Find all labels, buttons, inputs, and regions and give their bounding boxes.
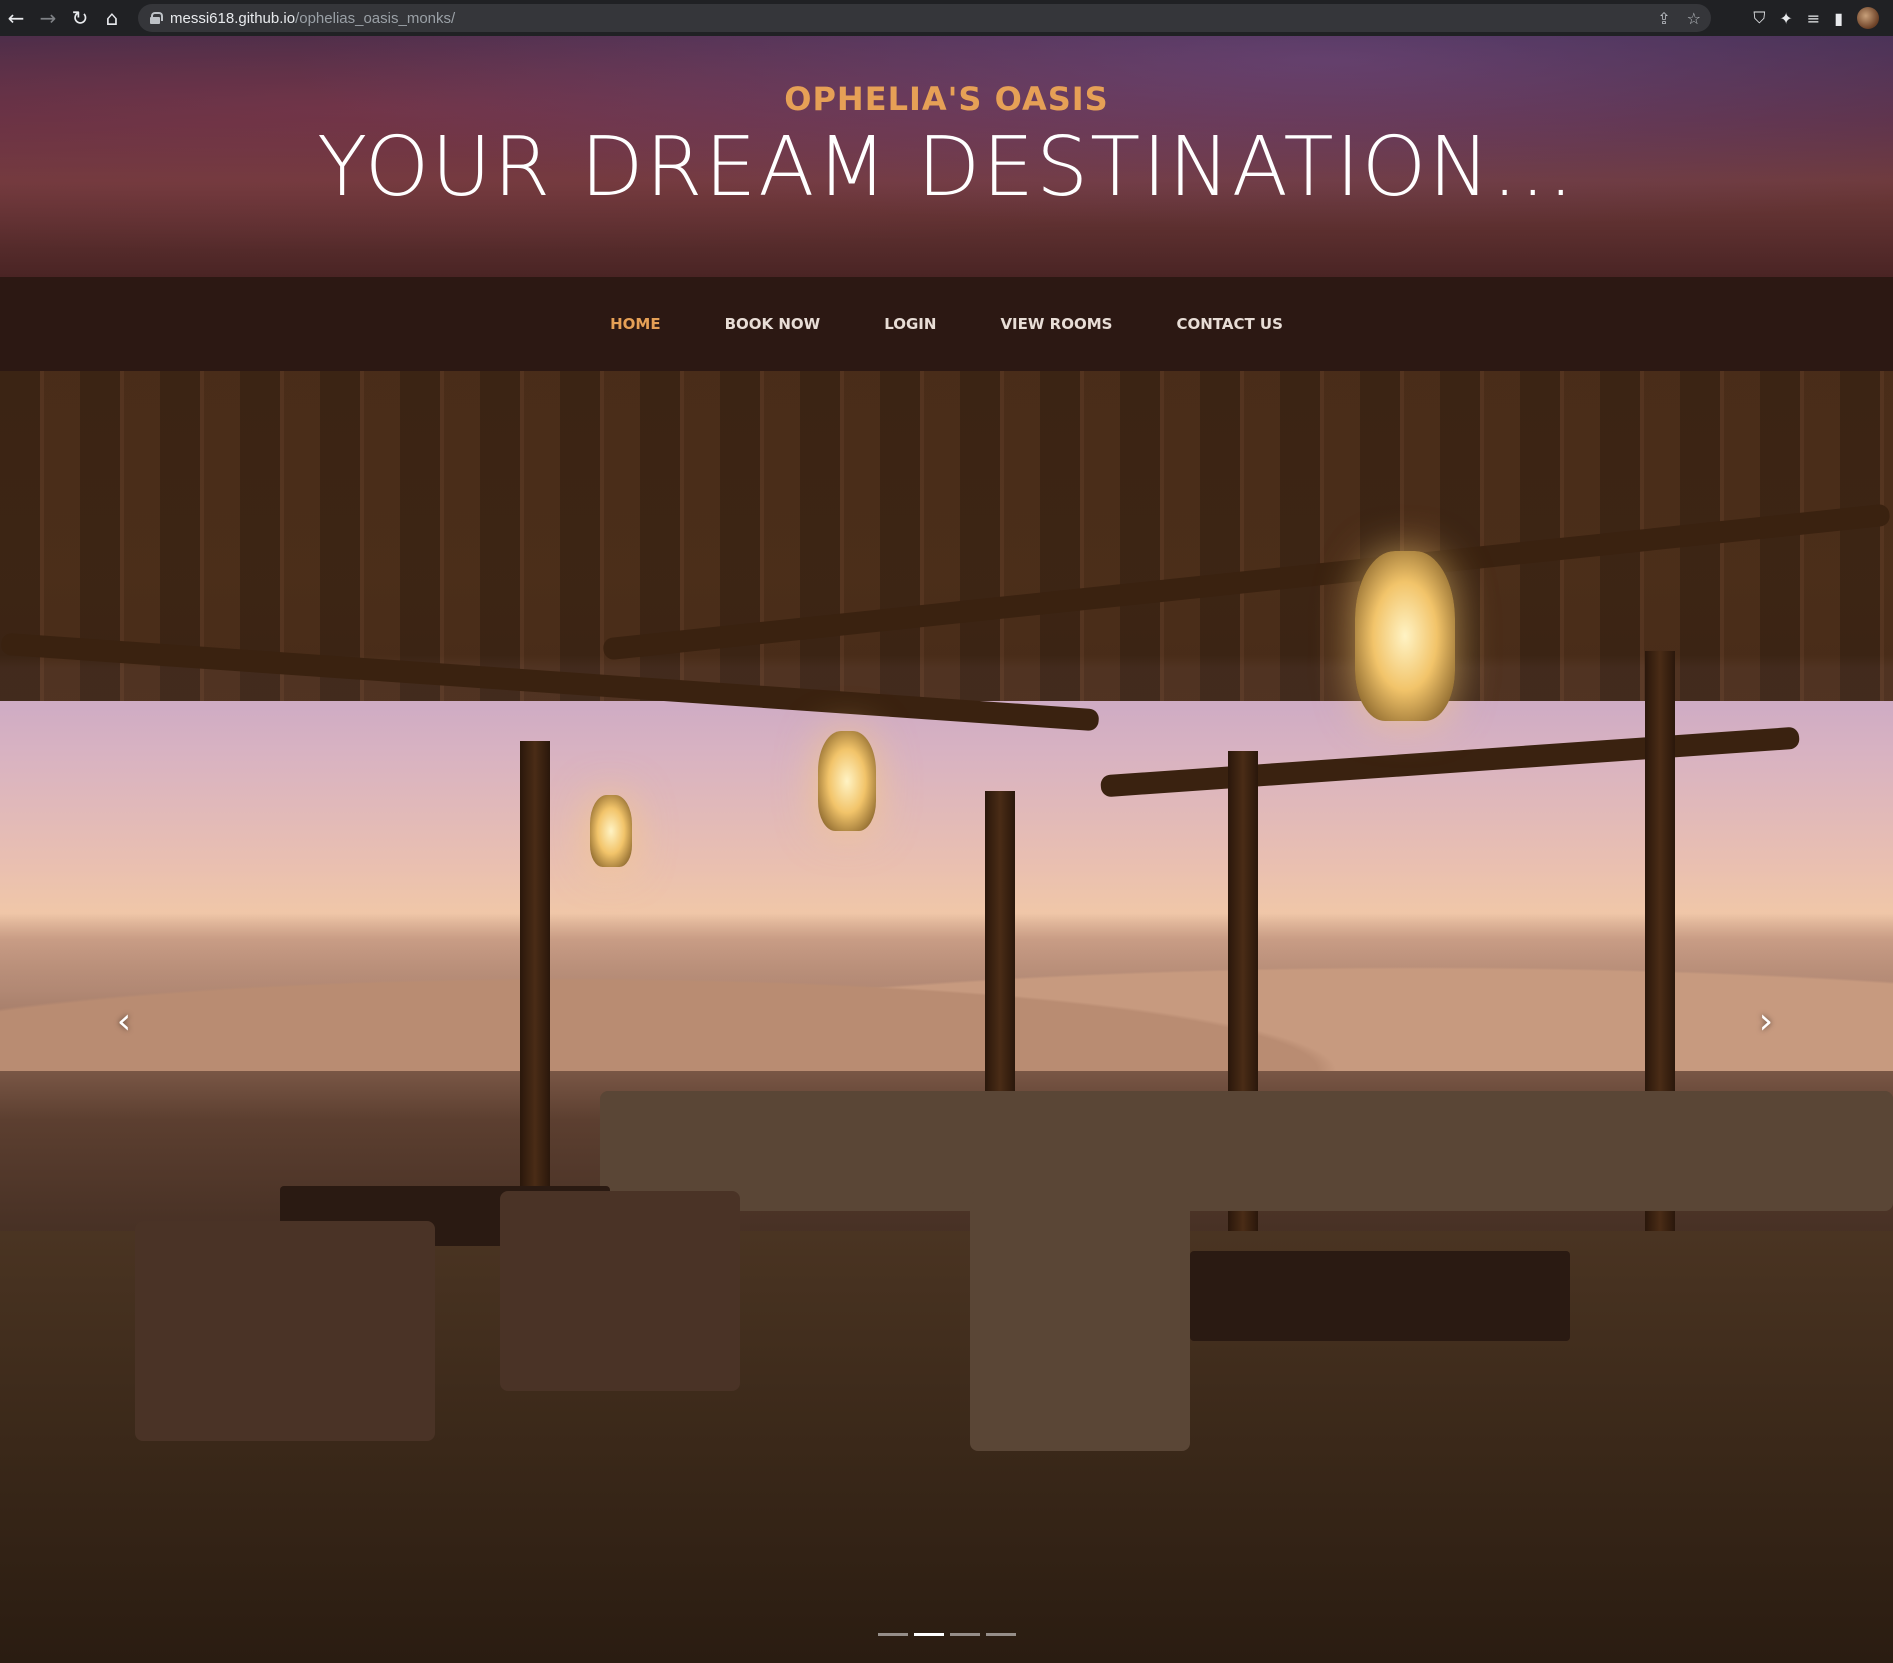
bookmark-star-icon[interactable]: ☆ bbox=[1687, 9, 1701, 28]
url-host: messi618.github.io bbox=[170, 9, 296, 27]
profile-avatar[interactable] bbox=[1857, 7, 1879, 29]
address-bar[interactable]: messi618.github.io/ophelias_oasis_monks/… bbox=[138, 4, 1711, 32]
shield-extension-icon[interactable]: ⛉ bbox=[1753, 8, 1765, 28]
carousel-indicator[interactable] bbox=[949, 1633, 980, 1636]
roof-beam bbox=[1100, 726, 1800, 798]
dining-armchair bbox=[500, 1191, 740, 1391]
browser-toolbar: ← → ↻ ⌂ messi618.github.io/ophelias_oasi… bbox=[0, 0, 1893, 36]
home-icon[interactable]: ⌂ bbox=[96, 0, 128, 36]
carousel-indicator-active[interactable] bbox=[913, 1633, 944, 1636]
hero-tagline: YOUR DREAM DESTINATION... bbox=[317, 120, 1576, 215]
dining-armchair bbox=[135, 1221, 435, 1441]
lounge-armchair bbox=[970, 1191, 1190, 1451]
nav-item-book-now[interactable]: BOOK NOW bbox=[693, 315, 853, 333]
terrace-post bbox=[520, 741, 550, 1261]
carousel-prev-chevron-left-icon[interactable]: ‹ bbox=[104, 991, 144, 1051]
site-brand: OPHELIA'S OASIS bbox=[784, 80, 1109, 118]
carousel-indicators bbox=[0, 1633, 1893, 1636]
side-panel-icon[interactable]: ▮ bbox=[1834, 9, 1843, 28]
media-queue-icon[interactable]: ≡ bbox=[1807, 9, 1820, 28]
forward-arrow-icon[interactable]: → bbox=[32, 0, 64, 36]
nav-item-view-rooms[interactable]: VIEW ROOMS bbox=[968, 315, 1144, 333]
lock-icon[interactable] bbox=[150, 12, 163, 24]
lounge-sofa bbox=[600, 1091, 1893, 1211]
hanging-lantern bbox=[818, 731, 876, 831]
lounge-table bbox=[1190, 1251, 1570, 1341]
share-icon[interactable]: ⇪ bbox=[1657, 9, 1670, 28]
hanging-lantern bbox=[590, 795, 632, 867]
desert-dunes bbox=[0, 911, 1893, 1071]
carousel-indicator[interactable] bbox=[985, 1633, 1016, 1636]
reload-icon[interactable]: ↻ bbox=[64, 0, 96, 36]
carousel-next-chevron-right-icon[interactable]: › bbox=[1746, 991, 1786, 1051]
hero-header: OPHELIA'S OASIS YOUR DREAM DESTINATION..… bbox=[0, 36, 1893, 277]
nav-item-login[interactable]: LOGIN bbox=[852, 315, 968, 333]
carousel-indicator[interactable] bbox=[877, 1633, 908, 1636]
hanging-lantern bbox=[1355, 551, 1455, 721]
nav-item-contact-us[interactable]: CONTACT US bbox=[1144, 315, 1314, 333]
puzzle-extensions-icon[interactable]: ✦ bbox=[1779, 9, 1792, 28]
nav-item-home[interactable]: HOME bbox=[578, 315, 692, 333]
hero-carousel: ‹ › bbox=[0, 371, 1893, 1663]
url-path: /ophelias_oasis_monks/ bbox=[295, 9, 456, 27]
back-arrow-icon[interactable]: ← bbox=[0, 0, 32, 36]
main-nav: HOME BOOK NOW LOGIN VIEW ROOMS CONTACT U… bbox=[0, 277, 1893, 371]
